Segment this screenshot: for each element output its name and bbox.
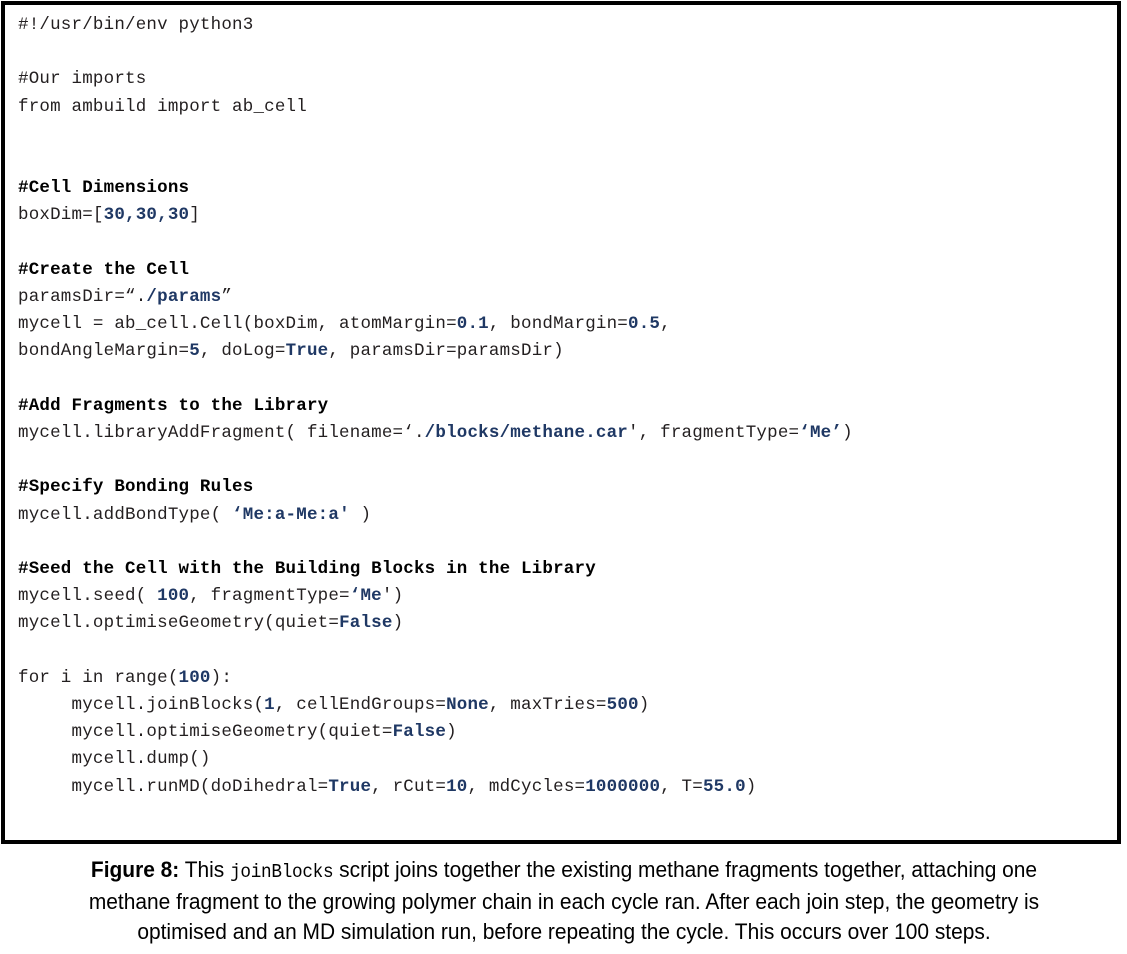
code-token-optimise-geometry-2-2: ) [446, 722, 457, 743]
code-token-boxdim-1: 30,30,30 [103, 205, 190, 226]
code-token-run-md-0: mycell.runMD(doDihedral= [18, 776, 329, 797]
code-line-optimise-geometry-1: mycell.optimiseGeometry(quiet=False) [18, 610, 1117, 637]
code-line-comment-add-fragments: #Add Fragments to the Library [18, 393, 1117, 420]
code-token-paramsdir-2: ” [221, 286, 233, 307]
code-token-add-bond-type-0: mycell.addBondType( [18, 504, 233, 525]
code-line-mycell-cell: mycell = ab_cell.Cell(boxDim, atomMargin… [18, 311, 1117, 338]
code-line-blank-3 [18, 148, 1117, 175]
code-token-join-blocks-4: , maxTries= [488, 694, 607, 715]
code-token-for-loop-2: ): [210, 667, 233, 688]
code-token-mycell-cell-cont-1: 5 [189, 341, 200, 362]
code-token-run-md-4: , mdCycles= [467, 776, 586, 797]
code-token-library-add-fragment-2: ', fragmentType= [628, 422, 800, 443]
code-token-comment-create-cell-0: #Create the Cell [18, 259, 190, 280]
code-token-for-loop-1: 100 [178, 667, 211, 688]
code-token-join-blocks-1: 1 [264, 694, 275, 715]
code-line-for-loop: for i in range(100): [18, 665, 1117, 692]
code-listing-box: #!/usr/bin/env python3 #Our imports from … [1, 1, 1121, 844]
code-token-run-md-5: 1000000 [585, 776, 661, 797]
code-line-boxdim: boxDim=[30,30,30] [18, 202, 1117, 229]
code-token-boxdim-2: ] [189, 205, 200, 226]
code-line-blank-5 [18, 366, 1117, 393]
code-token-mycell-seed-2: , fragmentType= [189, 586, 350, 607]
figure-caption-code-token: joinBlocks [230, 861, 334, 883]
code-line-blank-4 [18, 230, 1117, 257]
code-token-for-loop-0: for i in range( [18, 667, 179, 688]
code-token-mycell-cell-cont-2: , doLog= [199, 341, 286, 362]
code-token-mycell-cell-2: , bondMargin= [488, 314, 629, 335]
code-token-optimise-geometry-1-0: mycell.optimiseGeometry(quiet= [18, 613, 340, 634]
code-token-mycell-cell-4: , [660, 314, 671, 335]
code-line-mycell-seed: mycell.seed( 100, fragmentType=‘Me') [18, 583, 1117, 610]
code-line-optimise-geometry-2: mycell.optimiseGeometry(quiet=False) [18, 719, 1117, 746]
code-line-shebang: #!/usr/bin/env python3 [18, 12, 1117, 39]
code-token-mycell-cell-0: mycell = ab_cell.Cell(boxDim, atomMargin… [18, 314, 457, 335]
code-token-library-add-fragment-0: mycell.libraryAddFragment( filename=‘. [18, 422, 425, 443]
code-token-comment-imports-0: #Our imports [18, 69, 147, 90]
code-token-comment-add-fragments-0: #Add Fragments to the Library [18, 395, 329, 416]
code-token-run-md-2: , rCut= [371, 776, 447, 797]
code-token-library-add-fragment-4: ) [842, 422, 853, 443]
code-token-mycell-cell-cont-0: bondAngleMargin= [18, 341, 190, 362]
code-token-mycell-seed-4: ') [381, 586, 404, 607]
figure-caption-text-part1: This [179, 857, 231, 882]
code-token-join-blocks-2: , cellEndGroups= [274, 694, 447, 715]
code-token-mycell-cell-cont-4: , paramsDir=paramsDir) [328, 341, 564, 362]
code-token-mycell-cell-1: 0.1 [456, 314, 489, 335]
code-line-comment-bonding-rules: #Specify Bonding Rules [18, 474, 1117, 501]
code-line-blank-6 [18, 447, 1117, 474]
code-token-optimise-geometry-2-0: mycell.optimiseGeometry(quiet= [18, 722, 393, 743]
code-line-comment-imports: #Our imports [18, 66, 1117, 93]
figure-caption: Figure 8: This joinBlocks script joins t… [56, 855, 1072, 947]
code-line-comment-create-cell: #Create the Cell [18, 257, 1117, 284]
code-token-library-add-fragment-3: ‘Me’ [799, 422, 843, 443]
code-line-join-blocks: mycell.joinBlocks(1, cellEndGroups=None,… [18, 692, 1117, 719]
code-token-run-md-6: , T= [660, 776, 703, 797]
code-line-mycell-cell-cont: bondAngleMargin=5, doLog=True, paramsDir… [18, 338, 1117, 365]
code-token-comment-seed-cell-0: #Seed the Cell with the Building Blocks … [18, 558, 596, 579]
code-token-dump-0: mycell.dump() [18, 749, 211, 770]
code-token-mycell-cell-cont-3: True [285, 341, 329, 362]
code-token-run-md-3: 10 [446, 776, 468, 797]
code-token-mycell-cell-3: 0.5 [628, 314, 661, 335]
code-token-run-md-7: 55.0 [702, 776, 746, 797]
code-token-comment-cell-dimensions-0: #Cell Dimensions [18, 178, 190, 199]
figure-container: #!/usr/bin/env python3 #Our imports from … [0, 0, 1127, 954]
code-line-library-add-fragment: mycell.libraryAddFragment( filename=‘./b… [18, 420, 1117, 447]
code-line-comment-seed-cell: #Seed the Cell with the Building Blocks … [18, 556, 1117, 583]
code-line-add-bond-type: mycell.addBondType( ‘Me:a-Me:a' ) [18, 502, 1117, 529]
code-token-run-md-8: ) [745, 776, 757, 797]
code-token-add-bond-type-2: ) [349, 504, 372, 525]
code-token-shebang-0: #!/usr/bin/env python3 [18, 15, 254, 35]
code-token-optimise-geometry-1-1: False [339, 613, 393, 634]
code-token-join-blocks-5: 500 [606, 694, 639, 715]
code-line-blank-7 [18, 529, 1117, 556]
code-token-comment-bonding-rules-0: #Specify Bonding Rules [18, 477, 254, 498]
code-line-import-ab-cell: from ambuild import ab_cell [18, 94, 1117, 121]
code-token-import-ab-cell-0: from ambuild import ab_cell [18, 96, 307, 117]
code-line-comment-cell-dimensions: #Cell Dimensions [18, 175, 1117, 202]
python-code-listing[interactable]: #!/usr/bin/env python3 #Our imports from … [5, 5, 1117, 801]
code-line-blank-1 [18, 39, 1117, 66]
code-token-boxdim-0: boxDim=[ [18, 205, 104, 226]
code-token-mycell-seed-1: 100 [157, 586, 190, 607]
code-token-run-md-1: True [328, 776, 372, 797]
code-token-join-blocks-0: mycell.joinBlocks( [18, 694, 265, 715]
code-token-optimise-geometry-2-1: False [392, 722, 447, 743]
code-token-mycell-seed-0: mycell.seed( [18, 586, 158, 607]
code-token-paramsdir-1: /params [146, 286, 222, 307]
code-token-join-blocks-3: None [446, 694, 489, 715]
code-token-paramsdir-0: paramsDir=“. [18, 286, 147, 307]
code-line-paramsdir: paramsDir=“./params” [18, 284, 1117, 311]
code-token-optimise-geometry-1-2: ) [392, 613, 404, 634]
code-line-run-md: mycell.runMD(doDihedral=True, rCut=10, m… [18, 774, 1117, 801]
code-token-library-add-fragment-1: /blocks/methane.car [424, 422, 629, 443]
code-token-join-blocks-6: ) [638, 694, 650, 715]
code-token-mycell-seed-3: ‘Me [349, 586, 382, 607]
code-line-blank-8 [18, 638, 1117, 665]
code-token-add-bond-type-1: ‘Me:a-Me:a' [232, 504, 350, 525]
figure-caption-label: Figure 8: [90, 857, 180, 882]
code-line-blank-2 [18, 121, 1117, 148]
code-line-dump: mycell.dump() [18, 746, 1117, 773]
